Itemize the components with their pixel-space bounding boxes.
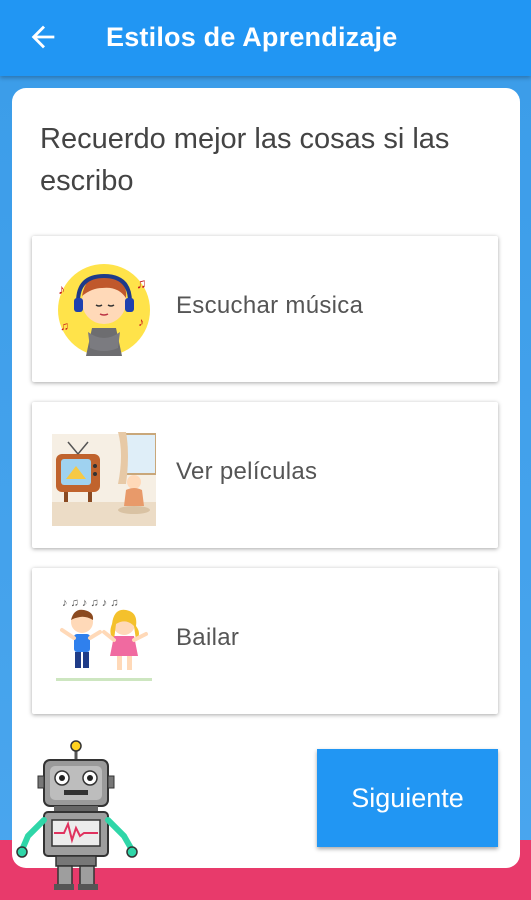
next-button[interactable]: Siguiente [317, 749, 498, 847]
svg-text:♪: ♪ [58, 281, 65, 297]
option-ver-peliculas[interactable]: Ver películas [32, 402, 498, 548]
robot-mascot-icon [16, 740, 138, 890]
option-label: Bailar [176, 624, 240, 651]
tv-room-illustration [52, 432, 156, 526]
option-label: Escuchar música [176, 292, 364, 319]
app-bar: Estilos de Aprendizaje [0, 0, 531, 76]
svg-text:♫: ♫ [60, 319, 69, 333]
page-title: Estilos de Aprendizaje [106, 22, 398, 52]
svg-text:♫: ♫ [136, 275, 147, 291]
option-escuchar-musica[interactable]: ♪ ♫ ♪ ♫ Escuchar música [32, 236, 498, 382]
kids-dancing-illustration: ♪ ♫ ♪ ♫ ♪ ♫ [52, 590, 156, 692]
svg-text:♪ ♫ ♪ ♫ ♪ ♫: ♪ ♫ ♪ ♫ ♪ ♫ [62, 597, 119, 609]
option-label: Ver películas [176, 458, 318, 485]
question-text: Recuerdo mejor las cosas si las escribo [40, 123, 450, 197]
option-bailar[interactable]: ♪ ♫ ♪ ♫ ♪ ♫ Bailar [32, 568, 498, 714]
boy-listening-music-illustration: ♪ ♫ ♪ ♫ [58, 264, 150, 356]
arrow-back-icon[interactable] [26, 20, 60, 54]
svg-text:♪: ♪ [138, 315, 144, 329]
